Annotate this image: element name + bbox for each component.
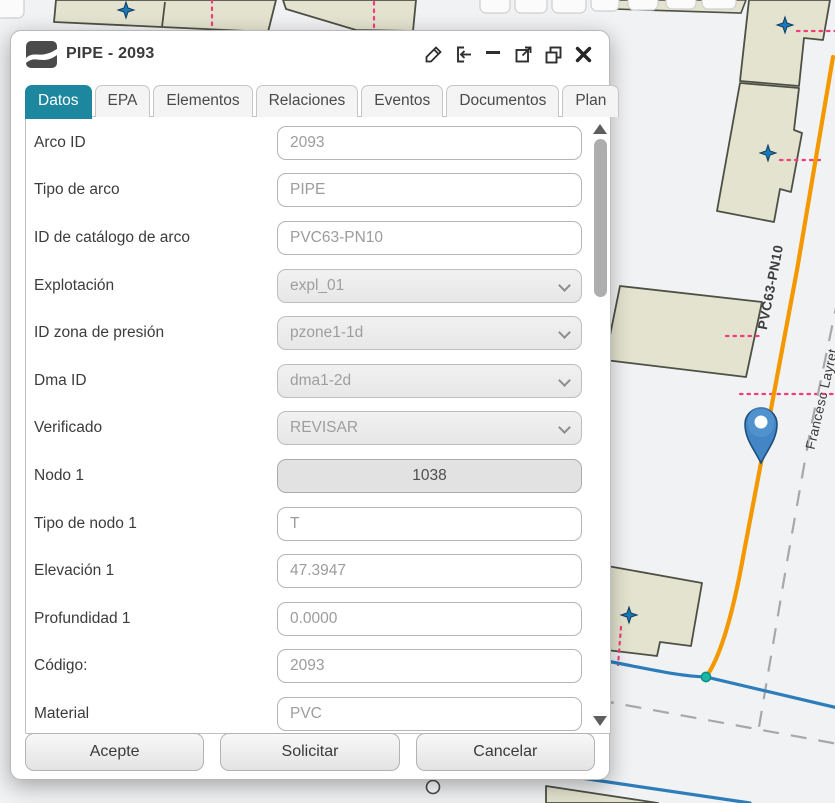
field-label-arco-id: Arco ID: [34, 134, 277, 152]
select-value: pzone1-1d: [290, 324, 363, 342]
edit-icon[interactable]: [423, 44, 444, 65]
form-fields: Arco ID Tipo de arco ID de catálogo de arc…: [26, 117, 610, 734]
field-label-explotacion: Explotación: [34, 277, 277, 295]
select-id-zona-de-presion[interactable]: pzone1-1d: [277, 316, 582, 350]
form-row: Explotación expl_01: [26, 262, 610, 310]
select-value: dma1-2d: [290, 372, 351, 390]
window-controls: [423, 44, 594, 65]
field-label-codigo: Código:: [34, 657, 277, 675]
cancelar-button[interactable]: Cancelar: [416, 733, 595, 771]
field-label-id-zona-de-presion: ID zona de presión: [34, 324, 277, 342]
close-icon[interactable]: [573, 44, 594, 65]
field-label-tipo-de-nodo-1: Tipo de nodo 1: [34, 515, 277, 533]
restore-icon[interactable]: [543, 44, 564, 65]
scrollbar-thumb[interactable]: [594, 139, 607, 297]
acepte-button[interactable]: Acepte: [25, 733, 204, 771]
chevron-down-icon: [558, 421, 571, 434]
tab-label: Elementos: [166, 92, 239, 109]
field-label-id-de-catalogo-de-arco: ID de catálogo de arco: [34, 229, 277, 247]
solicitar-button[interactable]: Solicitar: [220, 733, 399, 771]
form-row: Verificado REVISAR: [26, 405, 610, 453]
select-verificado[interactable]: REVISAR: [277, 411, 582, 445]
dialog-footer: Acepte Solicitar Cancelar: [11, 729, 609, 775]
tab-relaciones[interactable]: Relaciones: [256, 85, 359, 117]
form-panel: Arco ID Tipo de arco ID de catálogo de arc…: [25, 116, 611, 734]
tab-documentos[interactable]: Documentos: [446, 85, 559, 117]
input-tipo-de-arco[interactable]: [277, 173, 582, 207]
tab-label: Relaciones: [269, 92, 346, 109]
minimize-icon[interactable]: [483, 44, 504, 65]
form-row: Tipo de nodo 1: [26, 500, 610, 548]
input-codigo[interactable]: [277, 649, 582, 683]
scrollbar-up-arrow-icon[interactable]: [593, 124, 607, 134]
chevron-down-icon: [558, 326, 571, 339]
input-arco-id[interactable]: [277, 126, 582, 160]
select-value: expl_01: [290, 277, 344, 295]
form-row: Elevación 1: [26, 547, 610, 595]
pipe-properties-dialog: PIPE - 2093: [10, 30, 610, 780]
form-row: Arco ID: [26, 119, 610, 167]
input-profundidad-1[interactable]: [277, 602, 582, 636]
tab-label: Documentos: [459, 92, 546, 109]
input-tipo-de-nodo-1[interactable]: [277, 507, 582, 541]
field-label-profundidad-1: Profundidad 1: [34, 610, 277, 628]
giswater-logo-icon: [26, 41, 57, 68]
dialog-title: PIPE - 2093: [66, 45, 154, 63]
field-label-material: Material: [34, 705, 277, 723]
manhole-node: [427, 781, 440, 794]
form-row: Código:: [26, 643, 610, 691]
dialog-titlebar[interactable]: PIPE - 2093: [11, 31, 609, 77]
tab-label: Eventos: [374, 92, 430, 109]
tab-bar: Datos EPA Elementos Relaciones Eventos Docume…: [25, 85, 595, 117]
open-new-window-icon[interactable]: [513, 44, 534, 65]
tab-label: Datos: [38, 92, 79, 109]
form-row: Tipo de arco: [26, 167, 610, 215]
form-row: Nodo 11038: [26, 452, 610, 500]
field-label-tipo-de-arco: Tipo de arco: [34, 181, 277, 199]
input-id-de-catalogo-de-arco[interactable]: [277, 221, 582, 255]
form-row: Profundidad 1: [26, 595, 610, 643]
tab-epa[interactable]: EPA: [95, 85, 151, 117]
scrollbar[interactable]: [591, 118, 609, 732]
form-row: Material: [26, 690, 610, 734]
field-label-dma-id: Dma ID: [34, 372, 277, 390]
tab-label: EPA: [108, 92, 138, 109]
tab-elementos[interactable]: Elementos: [153, 85, 252, 117]
tab-datos[interactable]: Datos: [25, 85, 92, 119]
input-elevacion-1[interactable]: [277, 554, 582, 588]
form-row: ID zona de presión pzone1-1d: [26, 309, 610, 357]
chevron-down-icon: [558, 374, 571, 387]
chevron-down-icon: [558, 279, 571, 292]
tab-eventos[interactable]: Eventos: [361, 85, 443, 117]
tab-plan[interactable]: Plan: [562, 85, 619, 117]
scrollbar-down-arrow-icon[interactable]: [593, 716, 607, 726]
tab-label: Plan: [575, 92, 606, 109]
input-material[interactable]: [277, 697, 582, 731]
select-explotacion[interactable]: expl_01: [277, 269, 582, 303]
field-label-nodo-1: Nodo 1: [34, 467, 277, 485]
dock-left-icon[interactable]: [453, 44, 474, 65]
field-label-elevacion-1: Elevación 1: [34, 562, 277, 580]
button-nodo-1[interactable]: 1038: [277, 459, 582, 493]
pipe-junction-node[interactable]: [701, 672, 710, 681]
field-label-verificado: Verificado: [34, 419, 277, 437]
form-row: Dma ID dma1-2d: [26, 357, 610, 405]
select-value: REVISAR: [290, 419, 358, 437]
select-dma-id[interactable]: dma1-2d: [277, 364, 582, 398]
form-row: ID de catálogo de arco: [26, 214, 610, 262]
